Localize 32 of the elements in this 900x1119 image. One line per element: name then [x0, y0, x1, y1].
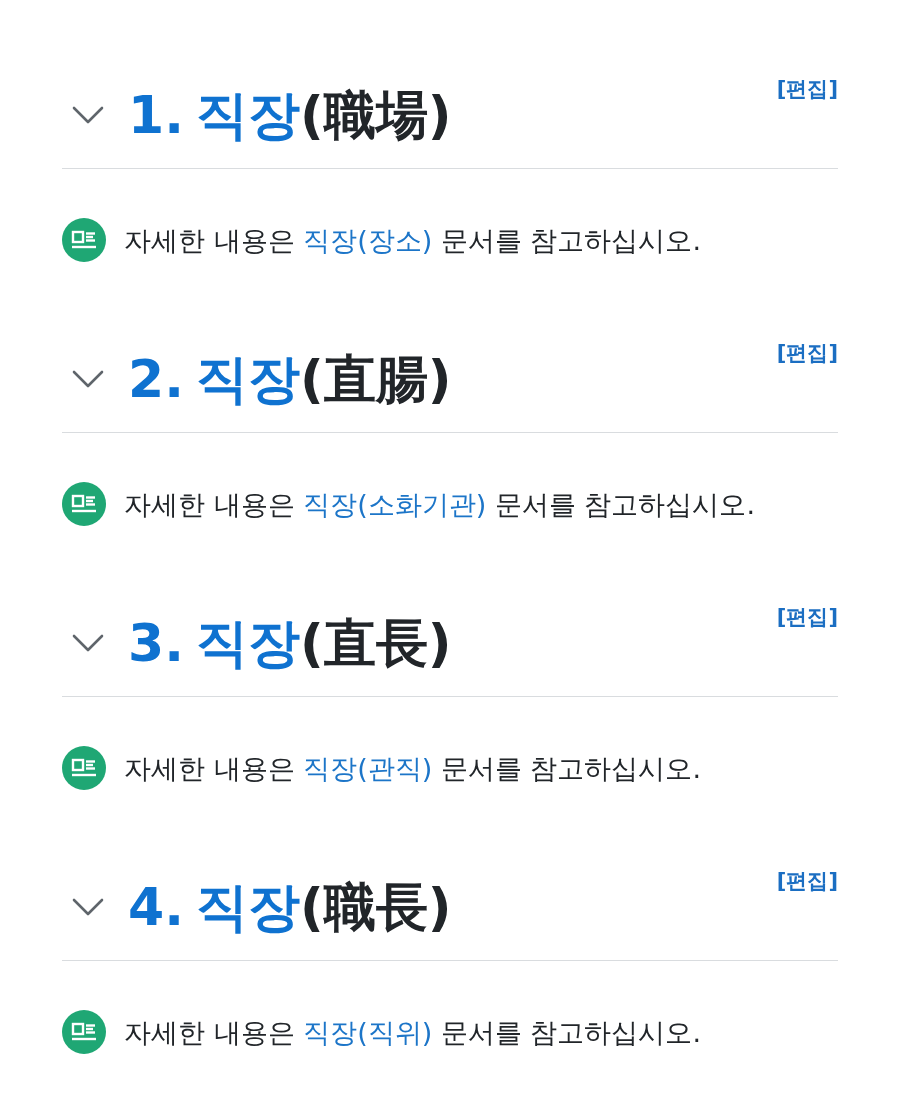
section-number: 1.: [128, 89, 184, 141]
chevron-icon[interactable]: [72, 634, 104, 652]
section-number: 2.: [128, 353, 184, 405]
article-link[interactable]: 직장(장소): [303, 224, 433, 256]
note-text: 자세한 내용은 직장(소화기관) 문서를 참고하십시오.: [124, 490, 756, 518]
edit-link[interactable]: [편집]: [776, 79, 838, 100]
heading-link[interactable]: 직장: [195, 89, 300, 141]
article-link[interactable]: 직장(관직): [303, 752, 433, 784]
edit-link[interactable]: [편집]: [776, 871, 838, 892]
note-text: 자세한 내용은 직장(장소) 문서를 참고하십시오.: [124, 226, 702, 254]
note-text: 자세한 내용은 직장(직위) 문서를 참고하십시오.: [124, 1018, 702, 1046]
chevron-icon[interactable]: [72, 106, 104, 124]
edit-link[interactable]: [편집]: [776, 343, 838, 364]
heading-text: (職長): [299, 881, 452, 933]
edit-link[interactable]: [편집]: [776, 607, 838, 628]
document-icon: [62, 746, 106, 790]
note-text: 자세한 내용은 직장(관직) 문서를 참고하십시오.: [124, 754, 702, 782]
heading-link[interactable]: 직장: [195, 617, 300, 669]
heading-link[interactable]: 직장: [195, 881, 300, 933]
section-number: 3.: [128, 617, 184, 669]
heading-text: (直腸): [299, 353, 452, 405]
chevron-icon[interactable]: [72, 370, 104, 388]
heading-text: (直長): [299, 617, 452, 669]
article-link[interactable]: 직장(소화기관): [303, 488, 487, 520]
heading-text: (職場): [299, 89, 452, 141]
section-number: 4.: [128, 881, 184, 933]
document-icon: [62, 218, 106, 262]
heading-link[interactable]: 직장: [195, 353, 300, 405]
chevron-icon[interactable]: [72, 898, 104, 916]
document-icon: [62, 1010, 106, 1054]
document-icon: [62, 482, 106, 526]
article-link[interactable]: 직장(직위): [303, 1016, 433, 1048]
